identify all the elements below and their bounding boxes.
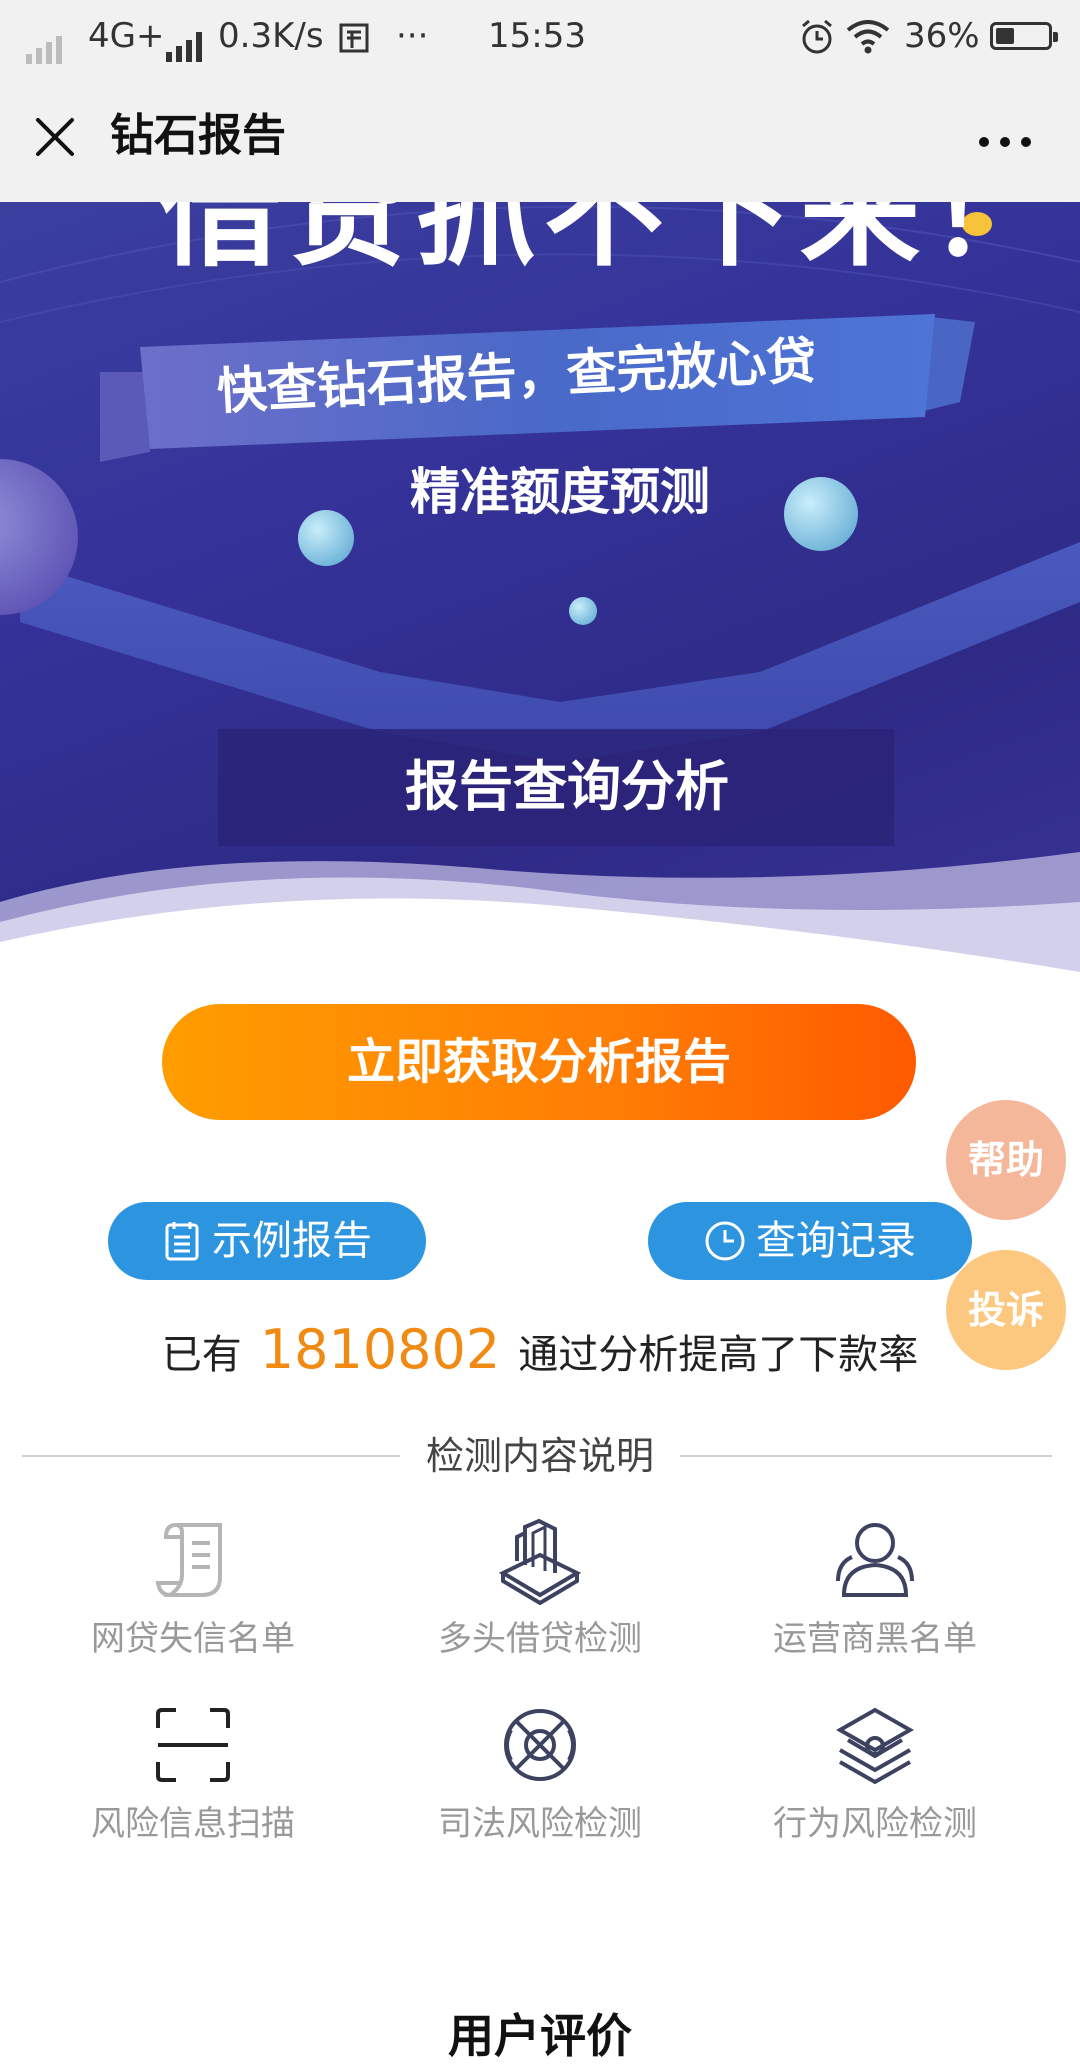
- help-button[interactable]: 帮助: [946, 1100, 1066, 1220]
- signal-weak-icon: [26, 24, 66, 64]
- cube-refresh-icon: [835, 1707, 915, 1785]
- banner-box-text: 报告查询分析: [405, 755, 729, 818]
- page-title: 钻石报告: [110, 110, 286, 161]
- query-history-button[interactable]: 查询记录: [648, 1202, 972, 1280]
- feature-item[interactable]: 风险信息扫描: [23, 1700, 363, 1846]
- stats-suffix: 通过分析提高了下款率: [518, 1332, 919, 1378]
- network-type: 4G+: [88, 16, 165, 56]
- stats-count: 1810802: [259, 1318, 501, 1381]
- get-report-button[interactable]: 立即获取分析报告: [162, 1004, 916, 1120]
- signal-icon: [166, 22, 206, 62]
- title-bar: 钻石报告: [0, 72, 1080, 202]
- clock-icon: [705, 1221, 745, 1261]
- battery-percent: 36%: [904, 16, 980, 56]
- features-section-title: 检测内容说明: [425, 1434, 654, 1478]
- battery-icon: [990, 22, 1058, 50]
- promo-banner: 借贷抓不下来！ 快查钻石报告，查完放心贷 精准额度预测 报告查询分析: [0, 202, 1080, 972]
- globe-gavel-icon: [504, 1709, 576, 1781]
- document-list-icon: [155, 1523, 222, 1597]
- feature-item[interactable]: 司法风险检测: [370, 1700, 710, 1846]
- notification-icon: [339, 23, 369, 53]
- sample-report-label: 示例报告: [212, 1218, 372, 1264]
- stats-prefix: 已有: [161, 1332, 242, 1378]
- usage-stats: 已有 1810802 通过分析提高了下款率: [0, 1315, 1080, 1390]
- feature-item[interactable]: 网贷失信名单: [23, 1515, 363, 1661]
- sample-report-button[interactable]: 示例报告: [108, 1202, 426, 1280]
- clock-time: 15:53: [488, 16, 586, 56]
- feature-label: 运营商黑名单: [773, 1619, 977, 1659]
- feature-label: 多头借贷检测: [438, 1619, 642, 1659]
- divider-right: [680, 1455, 1052, 1457]
- reviews-section-title: 用户评价: [448, 2009, 632, 2063]
- status-overflow: ···: [396, 16, 429, 56]
- feature-label: 司法风险检测: [438, 1804, 642, 1844]
- status-bar: 4G+ 0.3K/s ··· 15:53 36%: [0, 0, 1080, 72]
- query-history-label: 查询记录: [756, 1218, 916, 1264]
- alarm-icon: [802, 19, 832, 54]
- more-options-icon[interactable]: [970, 112, 1040, 162]
- banner-subtitle: 精准额度预测: [410, 463, 710, 521]
- feature-item[interactable]: 运营商黑名单: [705, 1515, 1045, 1661]
- banner-decoration: [0, 205, 1080, 972]
- document-icon: [165, 1222, 199, 1261]
- close-icon[interactable]: [28, 110, 82, 164]
- feature-item[interactable]: 行为风险检测: [705, 1700, 1045, 1846]
- battery-level: [996, 28, 1014, 44]
- stacked-files-icon: [498, 1518, 582, 1605]
- banner-headline: 借贷抓不下来！: [160, 202, 1056, 283]
- wifi-icon: [846, 20, 890, 54]
- feature-label: 行为风险检测: [773, 1804, 977, 1844]
- users-icon: [836, 1523, 914, 1597]
- scan-frame-icon: [156, 1708, 230, 1782]
- divider-left: [22, 1455, 400, 1457]
- feature-label: 网贷失信名单: [91, 1619, 295, 1659]
- feature-label: 风险信息扫描: [91, 1804, 295, 1844]
- feature-item[interactable]: 多头借贷检测: [370, 1515, 710, 1661]
- network-speed: 0.3K/s: [218, 16, 324, 56]
